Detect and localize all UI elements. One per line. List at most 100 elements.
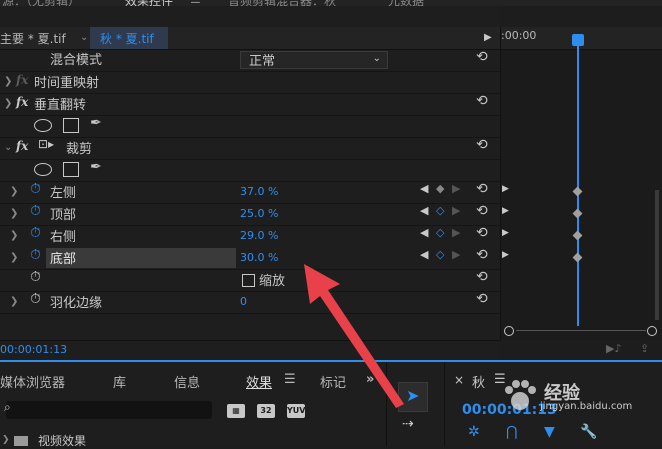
time-remap-label: 时间重映射 — [34, 76, 100, 91]
blend-mode-select[interactable]: 正常 ⌄ — [240, 51, 388, 69]
fx-toggle-icon[interactable]: fx — [16, 139, 28, 153]
playhead-line[interactable] — [577, 34, 579, 326]
folder-icon — [14, 436, 28, 446]
rectangle-mask-icon[interactable] — [63, 118, 79, 133]
expand-chevron-icon[interactable]: ❯ — [10, 252, 18, 263]
timeline-arrow-icon: ▶ — [502, 206, 509, 216]
scroll-handle-right[interactable] — [647, 326, 657, 336]
expand-chevron-icon[interactable]: ❯ — [10, 296, 18, 307]
playhead-handle[interactable] — [572, 34, 584, 46]
add-marker-icon[interactable]: ▼ — [544, 424, 555, 440]
reset-icon[interactable]: ⟲ — [476, 225, 488, 241]
export-icon[interactable]: ⇪ — [640, 342, 649, 355]
prev-keyframe-icon[interactable]: ◀ — [420, 204, 428, 217]
expand-chevron-icon[interactable]: ❯ — [10, 208, 18, 219]
add-keyframe-icon[interactable]: ◆ — [436, 182, 444, 195]
crop-bottom-label: 底部 — [50, 252, 77, 267]
filter-icon[interactable]: ▶♪ — [606, 342, 621, 355]
play-only-audio-icon[interactable]: ▶ — [484, 32, 492, 43]
chevron-down-icon[interactable]: ⌄ — [80, 32, 88, 43]
prev-keyframe-icon[interactable]: ◀ — [420, 182, 428, 195]
stopwatch-icon[interactable]: ⏱ — [30, 247, 41, 263]
pen-mask-icon[interactable]: ✒ — [90, 159, 102, 175]
prev-keyframe-icon[interactable]: ◀ — [420, 226, 428, 239]
stopwatch-icon[interactable]: ⏱ — [30, 225, 41, 241]
expand-chevron-icon[interactable]: ❯ — [10, 186, 18, 197]
track-select-tool-icon[interactable]: ⇢ — [402, 416, 414, 432]
ellipse-mask-icon[interactable] — [34, 119, 52, 132]
expand-chevron-icon[interactable]: ❯ — [10, 230, 18, 241]
next-keyframe-icon[interactable]: ▶ — [452, 182, 460, 195]
zoom-checkbox[interactable] — [242, 274, 255, 287]
tab-media-browser[interactable]: 媒体浏览器 — [0, 372, 65, 391]
crop-top-label: 顶部 — [50, 208, 77, 223]
rectangle-mask-icon[interactable] — [63, 162, 79, 177]
master-clip-label[interactable]: 主要 * 夏.tif — [0, 30, 66, 47]
add-keyframe-icon[interactable]: ◇ — [436, 204, 444, 217]
stopwatch-icon[interactable]: ⏱ — [30, 291, 41, 307]
next-keyframe-icon[interactable]: ▶ — [452, 204, 460, 217]
add-keyframe-icon[interactable]: ◇ — [436, 226, 444, 239]
scroll-handle-left[interactable] — [504, 326, 514, 336]
chevron-down-icon: ⌄ — [372, 53, 381, 64]
clip-name[interactable]: 秋 * 夏.tif — [100, 30, 154, 47]
vertical-scrollbar[interactable] — [655, 190, 659, 320]
watermark-url: jingyan.baidu.com — [540, 401, 633, 412]
next-keyframe-icon[interactable]: ▶ — [452, 248, 460, 261]
video-effects-bin[interactable]: 视频效果 — [38, 432, 86, 449]
crop-left-value[interactable]: 37.0 % — [240, 185, 278, 198]
expand-chevron-icon[interactable]: ⌄ — [4, 142, 12, 153]
keyframe-timeline[interactable] — [501, 27, 662, 340]
tab-effects[interactable]: 效果 — [246, 372, 272, 391]
effects-search-input[interactable]: ⌕ — [4, 400, 212, 419]
expand-chevron-icon[interactable]: ❯ — [2, 435, 10, 445]
crop-left-row: ❯ ⏱ 左侧 37.0 % ◀ ◆ ▶ ⟲ — [0, 181, 500, 204]
vertical-flip-row[interactable]: ❯ fx 垂直翻转 ⟲ — [0, 93, 500, 116]
expand-chevron-icon[interactable]: ❯ — [4, 76, 12, 87]
reset-icon[interactable]: ⟲ — [476, 269, 488, 285]
expand-chevron-icon[interactable]: ❯ — [4, 98, 12, 109]
next-keyframe-icon[interactable]: ▶ — [452, 226, 460, 239]
prev-keyframe-icon[interactable]: ◀ — [420, 248, 428, 261]
current-timecode[interactable]: 00:00:01:13 — [0, 343, 67, 356]
fx-toggle-icon[interactable]: fx — [16, 95, 28, 109]
close-icon[interactable]: × — [454, 373, 464, 387]
zoom-row: ⏱ 缩放 ⟲ — [0, 269, 500, 292]
panel-menu-icon[interactable]: ☰ — [284, 372, 296, 387]
timeline-zoom-scrollbar[interactable] — [504, 326, 658, 336]
snap-icon[interactable]: ✲ — [468, 424, 480, 440]
add-keyframe-icon[interactable]: ◇ — [436, 248, 444, 261]
reset-icon[interactable]: ⟲ — [476, 203, 488, 219]
stopwatch-icon[interactable]: ⏱ — [30, 203, 41, 219]
crop-top-value[interactable]: 25.0 % — [240, 207, 278, 220]
crop-transform-icon[interactable]: ⊡▸ — [38, 137, 54, 151]
zoom-label: 缩放 — [259, 274, 286, 289]
reset-icon[interactable]: ⟲ — [476, 93, 488, 109]
scroll-track — [516, 330, 646, 331]
linked-selection-icon[interactable]: ⋂ — [506, 424, 517, 440]
search-icon: ⌕ — [4, 400, 11, 414]
reset-icon[interactable]: ⟲ — [476, 291, 488, 307]
ellipse-mask-icon[interactable] — [34, 163, 52, 176]
stopwatch-icon[interactable]: ⏱ — [30, 269, 41, 285]
tab-libraries[interactable]: 库 — [113, 372, 126, 391]
stopwatch-icon[interactable]: ⏱ — [30, 181, 41, 197]
time-remap-row[interactable]: ❯ fx 时间重映射 — [0, 71, 500, 94]
pen-mask-icon[interactable]: ✒ — [90, 115, 102, 131]
feather-row: ❯ ⏱ 羽化边缘 0 ⟲ — [0, 291, 500, 314]
reset-icon[interactable]: ⟲ — [476, 247, 488, 263]
program-tab[interactable]: 秋 — [472, 372, 485, 391]
accelerated-effects-icon[interactable]: ▦ — [227, 404, 245, 418]
timeline-arrow-icon: ▶ — [502, 184, 509, 194]
32bit-effects-icon[interactable]: 32 — [257, 404, 275, 418]
crop-right-value[interactable]: 29.0 % — [240, 229, 278, 242]
crop-bottom-value[interactable]: 30.0 % — [240, 251, 278, 264]
reset-icon[interactable]: ⟲ — [476, 137, 488, 153]
reset-icon[interactable]: ⟲ — [476, 181, 488, 197]
reset-icon[interactable]: ⟲ — [476, 49, 488, 65]
tab-info[interactable]: 信息 — [174, 372, 200, 391]
wrench-icon[interactable]: 🔧 — [580, 424, 597, 440]
crop-row[interactable]: ⌄ fx ⊡▸ 裁剪 ⟲ — [0, 137, 500, 160]
crop-right-label: 右侧 — [50, 230, 77, 245]
feather-value[interactable]: 0 — [240, 295, 247, 308]
